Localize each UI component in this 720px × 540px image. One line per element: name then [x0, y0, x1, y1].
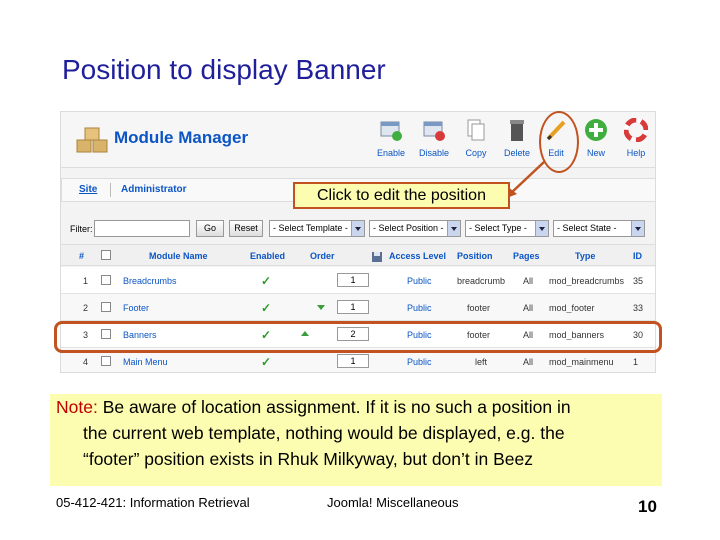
copy-button[interactable]: Copy — [456, 118, 496, 166]
tab-site[interactable]: Site — [79, 184, 97, 195]
chevron-down-icon — [631, 221, 644, 236]
table-row: 2 Footer ✓ 1 Public footer All mod_foote… — [61, 294, 655, 321]
col-access[interactable]: Access Level — [389, 251, 446, 261]
move-down-icon[interactable] — [317, 305, 325, 310]
filter-input[interactable] — [94, 220, 190, 237]
state-select[interactable]: - Select State - — [553, 220, 645, 237]
row-checkbox[interactable] — [101, 302, 111, 312]
note-line-3: “footer” position exists in Rhuk Milkywa… — [83, 449, 534, 469]
col-enabled[interactable]: Enabled — [250, 251, 285, 261]
filter-bar: Filter: Go Reset - Select Template - - S… — [61, 216, 655, 242]
module-manager-logo-icon — [75, 124, 109, 158]
note-line-1: Be aware of location assignment. If it i… — [102, 397, 571, 417]
col-position[interactable]: Position — [457, 251, 493, 261]
select-all-checkbox[interactable] — [101, 250, 111, 260]
note-label: Note: — [56, 397, 98, 417]
tab-administrator[interactable]: Administrator — [121, 184, 187, 195]
module-name-link[interactable]: Main Menu — [123, 357, 243, 367]
order-input[interactable]: 1 — [337, 354, 369, 368]
enabled-check-icon[interactable]: ✓ — [261, 274, 271, 288]
note-box: Note: Be aware of location assignment. I… — [50, 394, 662, 486]
order-input[interactable]: 1 — [337, 273, 369, 287]
enabled-check-icon[interactable]: ✓ — [261, 301, 271, 315]
footer-course: 05-412-421: Information Retrieval — [56, 495, 250, 510]
slide-title: Position to display Banner — [62, 54, 386, 85]
table-header: # Module Name Enabled Order Access Level… — [61, 244, 655, 268]
edit-position-callout: Click to edit the position — [293, 182, 510, 209]
copy-icon — [464, 118, 488, 142]
row-checkbox[interactable] — [101, 275, 111, 285]
col-order[interactable]: Order — [310, 251, 335, 261]
position-select[interactable]: - Select Position - — [369, 220, 461, 237]
chevron-down-icon — [351, 221, 364, 236]
enable-icon — [379, 118, 403, 142]
help-button[interactable]: Help — [616, 117, 655, 166]
col-pages[interactable]: Pages — [513, 251, 540, 261]
col-id[interactable]: ID — [633, 251, 642, 261]
col-type[interactable]: Type — [575, 251, 595, 261]
disable-icon — [422, 118, 446, 142]
plus-icon — [584, 118, 608, 142]
row-checkbox[interactable] — [101, 356, 111, 366]
chevron-down-icon — [535, 221, 548, 236]
order-input[interactable]: 1 — [337, 300, 369, 314]
module-manager-title: Module Manager — [114, 128, 249, 147]
enable-button[interactable]: Enable — [371, 118, 411, 166]
enabled-check-icon[interactable]: ✓ — [261, 355, 271, 369]
filter-label: Filter: — [70, 224, 93, 234]
reset-button[interactable]: Reset — [229, 220, 263, 237]
trash-icon — [505, 118, 529, 142]
footer-topic: Joomla! Miscellaneous — [327, 495, 459, 510]
module-name-link[interactable]: Footer — [123, 303, 243, 313]
page-number: 10 — [638, 497, 657, 516]
lifebuoy-icon — [623, 117, 649, 143]
banners-row-highlight — [54, 321, 662, 353]
col-num: # — [79, 251, 85, 261]
col-name[interactable]: Module Name — [149, 251, 208, 261]
go-button[interactable]: Go — [196, 220, 224, 237]
tab-divider — [110, 183, 111, 197]
type-select[interactable]: - Select Type - — [465, 220, 549, 237]
note-line-2: the current web template, nothing would … — [83, 423, 565, 443]
new-button[interactable]: New — [576, 118, 616, 166]
module-name-link[interactable]: Breadcrumbs — [123, 276, 243, 286]
save-order-icon[interactable] — [371, 250, 383, 268]
disable-button[interactable]: Disable — [414, 118, 454, 166]
table-row: 1 Breadcrumbs ✓ 1 Public breadcrumb All … — [61, 267, 655, 294]
chevron-down-icon — [447, 221, 460, 236]
delete-button[interactable]: Delete — [497, 118, 537, 166]
template-select[interactable]: - Select Template - — [269, 220, 365, 237]
